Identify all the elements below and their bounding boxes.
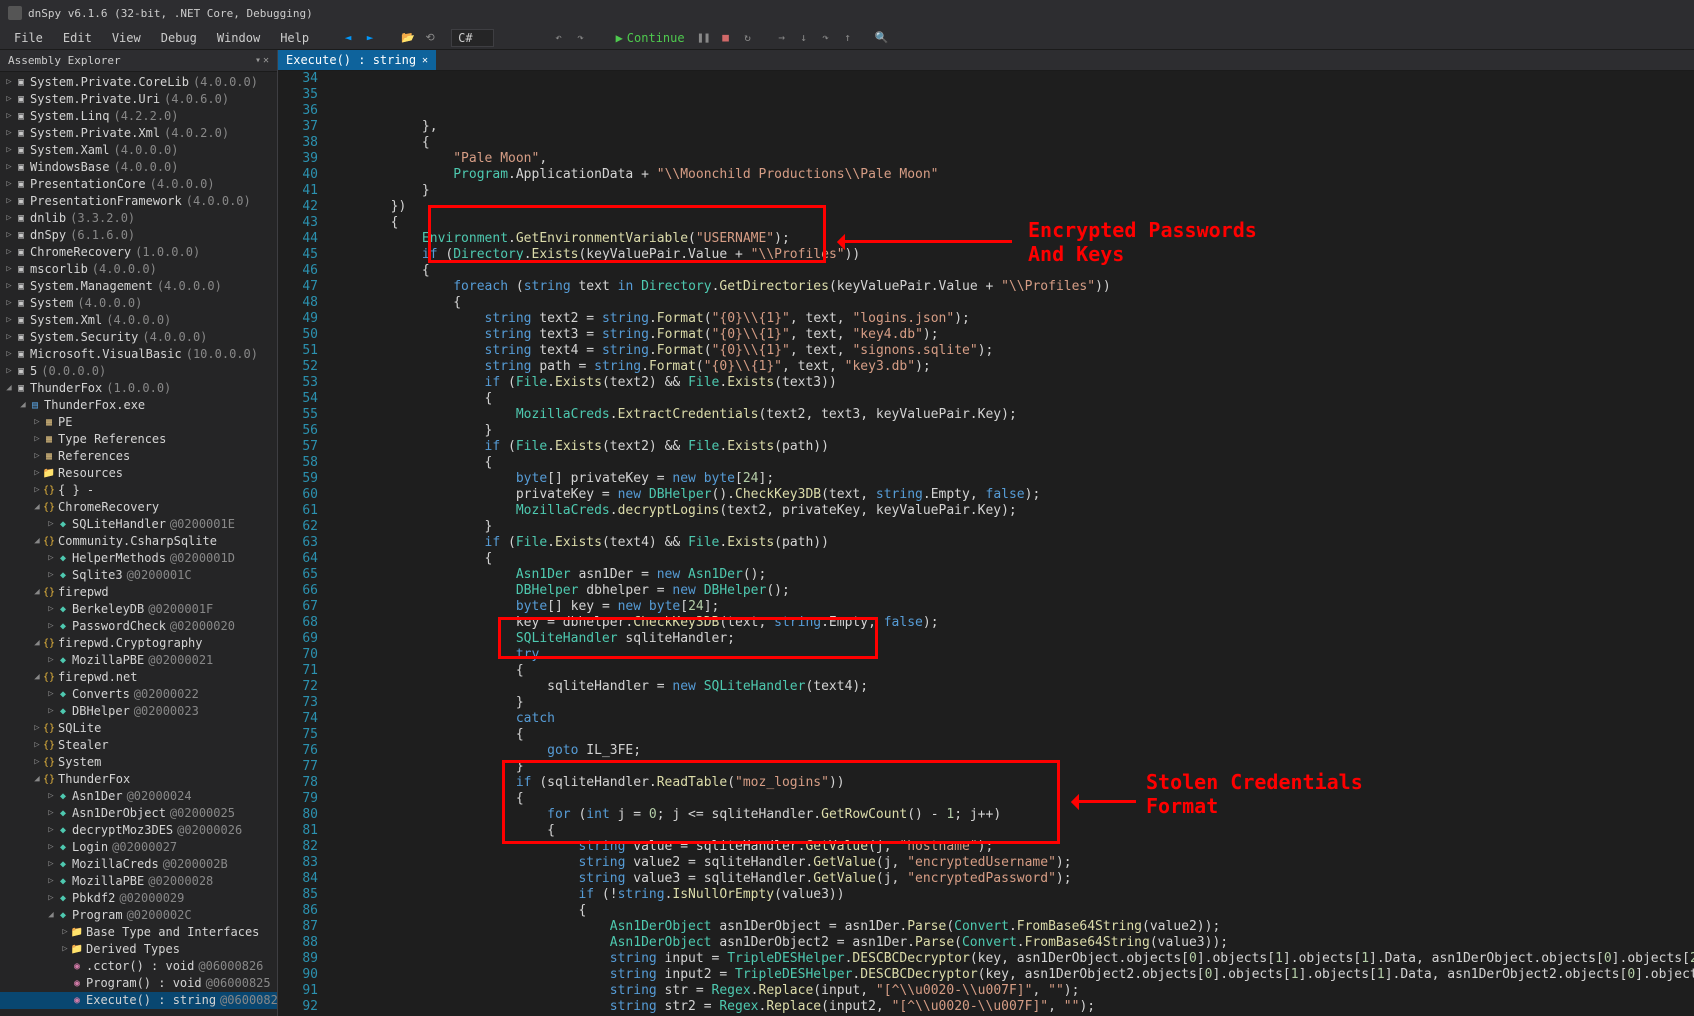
nav-back-icon[interactable]: ◄ (339, 29, 357, 47)
code-editor: Execute() : string ✕ 3435363738394041424… (278, 50, 1694, 1016)
tree-item[interactable]: ▷◆DBHelper@02000023 (0, 703, 277, 720)
window-title: dnSpy v6.1.6 (32-bit, .NET Core, Debuggi… (28, 7, 313, 20)
menu-file[interactable]: File (4, 28, 53, 48)
tree-item[interactable]: ▷📁Derived Types (0, 941, 277, 958)
tree-item[interactable]: ▷📁Base Type and Interfaces (0, 924, 277, 941)
undo-icon[interactable]: ↶ (550, 29, 568, 47)
tree-item[interactable]: ▷▦References (0, 448, 277, 465)
tree-item[interactable]: ▷▣PresentationFramework(4.0.0.0) (0, 193, 277, 210)
tree-item[interactable]: ▷▣System.Private.Xml(4.0.2.0) (0, 125, 277, 142)
explorer-header: Assembly Explorer ▾✕ (0, 50, 277, 72)
pin-icon[interactable]: ▾ (255, 55, 261, 66)
tree-item[interactable]: ◢{}firepwd.net (0, 669, 277, 686)
menu-bar: File Edit View Debug Window Help ◄ ► 📂 ⟲… (0, 26, 1694, 50)
tree-item[interactable]: ▷▣System(4.0.0.0) (0, 295, 277, 312)
tree-item[interactable]: ▷◆MozillaPBE@02000028 (0, 873, 277, 890)
tree-item[interactable]: ▷▣mscorlib(4.0.0.0) (0, 261, 277, 278)
open-icon[interactable]: 📂 (399, 29, 417, 47)
tree-item[interactable]: ◢▤ThunderFox.exe (0, 397, 277, 414)
tree-item[interactable]: ▷{}{ } - (0, 482, 277, 499)
tree-item[interactable]: ▷▣System.Management(4.0.0.0) (0, 278, 277, 295)
menu-window[interactable]: Window (207, 28, 270, 48)
tree-item[interactable]: ▷▣WindowsBase(4.0.0.0) (0, 159, 277, 176)
tree-item[interactable]: ▷▦Type References (0, 431, 277, 448)
tree-item[interactable]: ▷▣System.Linq(4.2.2.0) (0, 108, 277, 125)
code-area[interactable]: 3435363738394041424344454647484950515253… (278, 71, 1694, 1016)
tree-item[interactable]: ▷▣PresentationCore(4.0.0.0) (0, 176, 277, 193)
pause-icon[interactable]: ❚❚ (695, 29, 713, 47)
tree-item[interactable]: ◢▣ThunderFox(1.0.0.0) (0, 380, 277, 397)
close-tab-icon[interactable]: ✕ (422, 55, 428, 66)
app-icon (8, 6, 22, 20)
menu-debug[interactable]: Debug (151, 28, 207, 48)
menu-help[interactable]: Help (270, 28, 319, 48)
assembly-explorer: Assembly Explorer ▾✕ ▷▣System.Private.Co… (0, 50, 278, 1016)
editor-tabs: Execute() : string ✕ (278, 50, 1694, 71)
tree-item[interactable]: ◉Program() : void@06000825 (0, 975, 277, 992)
refresh-icon[interactable]: ⟲ (421, 29, 439, 47)
tree-item[interactable]: ◢{}firepwd.Cryptography (0, 635, 277, 652)
tree-item[interactable]: ◢{}firepwd (0, 584, 277, 601)
tree-item[interactable]: ▷◆MozillaCreds@0200002B (0, 856, 277, 873)
restart-icon[interactable]: ↻ (739, 29, 757, 47)
step-over-icon[interactable]: ↷ (817, 29, 835, 47)
tree-item[interactable]: ▷▦PE (0, 414, 277, 431)
tree-item[interactable]: ▷▣dnSpy(6.1.6.0) (0, 227, 277, 244)
tree-item[interactable]: ▷◆PasswordCheck@02000020 (0, 618, 277, 635)
tree-item[interactable]: ▷▣System.Private.Uri(4.0.6.0) (0, 91, 277, 108)
search-icon[interactable]: 🔍 (873, 29, 891, 47)
tree-item[interactable]: ◢{}Community.CsharpSqlite (0, 533, 277, 550)
tree-item[interactable]: ▷▣System.Xml(4.0.0.0) (0, 312, 277, 329)
tree-item[interactable]: ▷▣ChromeRecovery(1.0.0.0) (0, 244, 277, 261)
step-out-icon[interactable]: ↑ (839, 29, 857, 47)
tree-item[interactable]: ▷📁Resources (0, 465, 277, 482)
step-into-icon[interactable]: ↓ (795, 29, 813, 47)
tree-item[interactable]: ▷{}Stealer (0, 737, 277, 754)
tree-item[interactable]: ▷◆SQLiteHandler@0200001E (0, 516, 277, 533)
continue-button[interactable]: ▶ Continue (610, 31, 691, 45)
redo-icon[interactable]: ↷ (572, 29, 590, 47)
tree-item[interactable]: ◢{}ChromeRecovery (0, 499, 277, 516)
tree-item[interactable]: ▷◆decryptMoz3DES@02000026 (0, 822, 277, 839)
tree-item[interactable]: ▷◆Sqlite3@0200001C (0, 567, 277, 584)
tab-label: Execute() : string (286, 53, 416, 67)
language-combo[interactable]: C# (451, 29, 493, 47)
tree-item[interactable]: ▷▣System.Security(4.0.0.0) (0, 329, 277, 346)
menu-view[interactable]: View (102, 28, 151, 48)
tab-execute[interactable]: Execute() : string ✕ (278, 50, 436, 70)
tree-item[interactable]: ▷◆Converts@02000022 (0, 686, 277, 703)
tree-item[interactable]: ▷▣System.Xaml(4.0.0.0) (0, 142, 277, 159)
tree-item[interactable]: ◉Execute() : string@06000824 (0, 992, 277, 1009)
menu-edit[interactable]: Edit (53, 28, 102, 48)
tree-item[interactable]: ▷▣5(0.0.0.0) (0, 363, 277, 380)
tree-item[interactable]: ▷◆Pbkdf2@02000029 (0, 890, 277, 907)
tree-item[interactable]: ▷▣System.Private.CoreLib(4.0.0.0) (0, 74, 277, 91)
tree-item[interactable]: ▷▣Microsoft.VisualBasic(10.0.0.0) (0, 346, 277, 363)
explorer-title: Assembly Explorer (8, 54, 121, 67)
tree-item[interactable]: ▷◆BerkeleyDB@0200001F (0, 601, 277, 618)
tree-item[interactable]: ▷◆MozillaPBE@02000021 (0, 652, 277, 669)
tree-item[interactable]: ▷◆HelperMethods@0200001D (0, 550, 277, 567)
tree-item[interactable]: ▷{}SQLite (0, 720, 277, 737)
tree-item[interactable]: ◢{}ThunderFox (0, 771, 277, 788)
tree-item[interactable]: ▷◆Asn1Der@02000024 (0, 788, 277, 805)
tree-item[interactable]: ▷◆Login@02000027 (0, 839, 277, 856)
step-icon[interactable]: → (773, 29, 791, 47)
tree-item[interactable]: ◉.cctor() : void@06000826 (0, 958, 277, 975)
title-bar: dnSpy v6.1.6 (32-bit, .NET Core, Debuggi… (0, 0, 1694, 26)
tree-item[interactable]: ▷▣dnlib(3.3.2.0) (0, 210, 277, 227)
close-panel-icon[interactable]: ✕ (263, 55, 269, 66)
tree-item[interactable]: ▷◆Asn1DerObject@02000025 (0, 805, 277, 822)
tree-item[interactable]: ◢◆Program@0200002C (0, 907, 277, 924)
tree-view[interactable]: ▷▣System.Private.CoreLib(4.0.0.0)▷▣Syste… (0, 72, 277, 1011)
tree-item[interactable]: ▷{}System (0, 754, 277, 771)
nav-forward-icon[interactable]: ► (361, 29, 379, 47)
toolbar: ◄ ► 📂 ⟲ C# ↶ ↷ ▶ Continue ❚❚ ■ ↻ → ↓ ↷ ↑… (339, 29, 890, 47)
stop-icon[interactable]: ■ (717, 29, 735, 47)
